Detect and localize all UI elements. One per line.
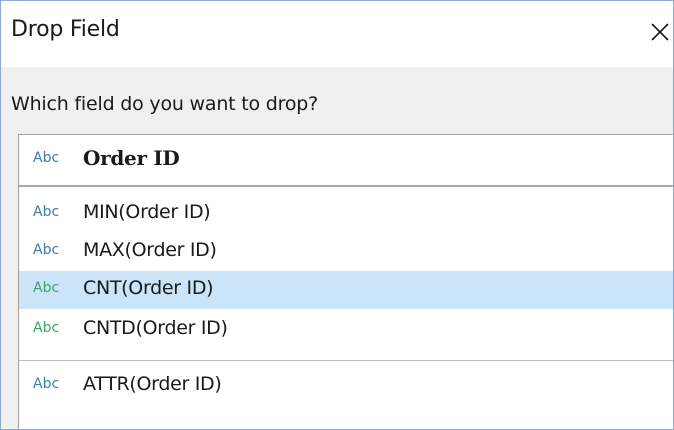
field-list: Abc Order ID Abc MIN(Order ID) Abc MAX(O…: [18, 134, 673, 429]
close-button[interactable]: [643, 9, 673, 53]
field-option-label: MIN(Order ID): [83, 201, 211, 223]
string-type-badge: Abc: [33, 376, 60, 392]
field-option-cntd[interactable]: Abc CNTD(Order ID): [19, 311, 673, 349]
dialog-prompt: Which field do you want to drop?: [11, 93, 318, 115]
drop-field-dialog: Drop Field Which field do you want to dr…: [0, 0, 674, 430]
field-option-max[interactable]: Abc MAX(Order ID): [19, 233, 673, 271]
field-option-attr[interactable]: Abc ATTR(Order ID): [19, 367, 673, 405]
field-option-label: ATTR(Order ID): [83, 373, 222, 395]
list-divider: [19, 185, 673, 187]
title-bar: Drop Field: [1, 1, 673, 67]
field-option-cnt[interactable]: Abc CNT(Order ID): [19, 271, 673, 309]
field-option-label: CNTD(Order ID): [83, 317, 228, 339]
close-icon: [651, 23, 669, 41]
string-type-badge: Abc: [33, 242, 60, 258]
field-option-label: CNT(Order ID): [83, 277, 214, 299]
field-option-label: MAX(Order ID): [83, 239, 217, 261]
string-type-badge: Abc: [33, 280, 60, 296]
list-divider: [19, 360, 673, 361]
string-type-badge: Abc: [33, 204, 60, 220]
field-option-order-id[interactable]: Abc Order ID: [19, 141, 673, 179]
string-type-badge: Abc: [33, 150, 60, 166]
field-option-label: Order ID: [83, 146, 180, 170]
field-option-min[interactable]: Abc MIN(Order ID): [19, 195, 673, 233]
string-type-badge: Abc: [33, 320, 60, 336]
dialog-title: Drop Field: [11, 17, 120, 42]
